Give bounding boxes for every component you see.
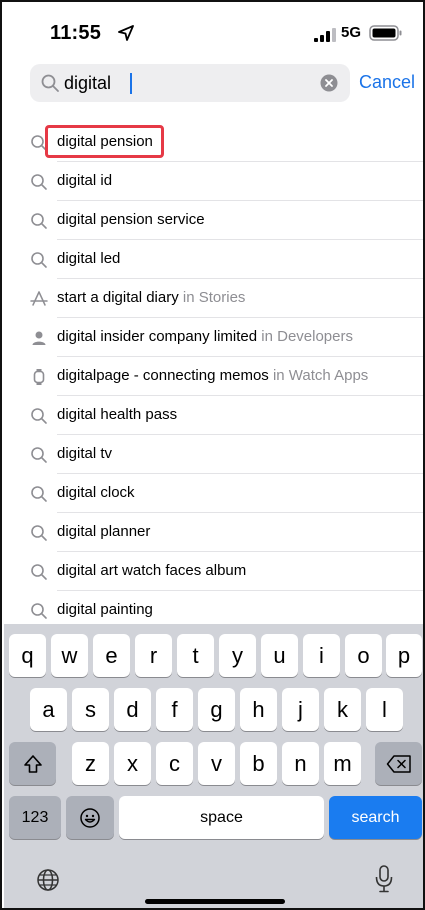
shift-icon [23, 754, 42, 773]
key-g[interactable]: g [198, 688, 235, 731]
developer-person-icon [32, 331, 46, 345]
suggestion-category: in Stories [182, 289, 246, 306]
key-o[interactable]: o [345, 634, 382, 677]
key-z[interactable]: z [72, 742, 109, 785]
suggestion-label: digital clock [57, 484, 135, 501]
suggestion-item[interactable]: digital clock [2, 474, 423, 513]
key-h[interactable]: h [240, 688, 277, 731]
suggestion-label: digital tv [57, 445, 113, 462]
shift-key[interactable] [9, 742, 56, 785]
suggestion-label: digital pension service [57, 211, 205, 228]
search-key[interactable]: search [329, 796, 422, 839]
status-time: 11:55 [50, 22, 102, 44]
suggestion-item[interactable]: digital health pass [2, 396, 423, 435]
space-key[interactable]: space [119, 796, 324, 839]
numbers-key[interactable]: 123 [9, 796, 61, 839]
key-w[interactable]: w [51, 634, 88, 677]
key-t[interactable]: t [177, 634, 214, 677]
suggestion-item[interactable]: digital art watch faces album [2, 552, 423, 591]
suggestion-item[interactable]: digitalpage - connecting memos in Watch … [2, 357, 423, 396]
key-y[interactable]: y [219, 634, 256, 677]
search-icon [31, 447, 47, 463]
suggestion-label: digital led [57, 250, 121, 267]
suggestion-item[interactable]: digital led [2, 240, 423, 279]
stories-icon [30, 291, 48, 306]
key-u[interactable]: u [261, 634, 298, 677]
key-p[interactable]: p [386, 634, 422, 677]
key-q[interactable]: q [9, 634, 46, 677]
location-arrow-icon [118, 25, 134, 41]
key-a[interactable]: a [30, 688, 67, 731]
search-icon [41, 74, 59, 92]
delete-key[interactable] [375, 742, 422, 785]
clear-text-icon[interactable] [320, 74, 338, 92]
text-cursor [130, 73, 132, 94]
phone-screen: 11:55 5G digital Cancel digital pension … [0, 0, 425, 910]
key-n[interactable]: n [282, 742, 319, 785]
emoji-icon [80, 807, 100, 828]
suggestion-label: digital insider company limited [57, 328, 258, 345]
suggestion-label: digital painting [57, 601, 153, 618]
globe-icon[interactable] [36, 868, 60, 892]
key-k[interactable]: k [324, 688, 361, 731]
search-icon [31, 603, 47, 619]
cancel-button[interactable]: Cancel [359, 72, 415, 93]
search-icon [31, 525, 47, 541]
suggestion-item[interactable]: digital insider company limited in Devel… [2, 318, 423, 357]
search-row: Cancel [2, 62, 423, 106]
microphone-icon[interactable] [374, 864, 394, 894]
key-l[interactable]: l [366, 688, 403, 731]
key-d[interactable]: d [114, 688, 151, 731]
emoji-key[interactable] [66, 796, 114, 839]
key-m[interactable]: m [324, 742, 361, 785]
suggestion-category: in Watch Apps [272, 367, 369, 384]
suggestion-item[interactable]: digital pension service [2, 201, 423, 240]
key-x[interactable]: x [114, 742, 151, 785]
search-icon [31, 252, 47, 268]
keyboard: q w e r t y u i o p a s d f g h j k l z … [4, 624, 423, 908]
key-j[interactable]: j [282, 688, 319, 731]
suggestion-label: digital id [57, 172, 113, 189]
suggestion-label: digital health pass [57, 406, 178, 423]
suggestion-label: digitalpage - connecting memos [57, 367, 269, 384]
suggestion-item[interactable]: digital pension [2, 123, 423, 162]
search-icon [31, 486, 47, 502]
key-f[interactable]: f [156, 688, 193, 731]
key-r[interactable]: r [135, 634, 172, 677]
cellular-signal-icon [314, 28, 336, 42]
battery-icon [369, 25, 402, 41]
suggestion-category: in Developers [261, 328, 353, 345]
search-icon [31, 408, 47, 424]
key-v[interactable]: v [198, 742, 235, 785]
suggestion-item[interactable]: digital tv [2, 435, 423, 474]
suggestion-label: start a digital diary [57, 289, 179, 306]
key-c[interactable]: c [156, 742, 193, 785]
suggestion-item[interactable]: start a digital diary in Stories [2, 279, 423, 318]
suggestion-label: digital art watch faces album [57, 562, 247, 579]
suggestion-list: digital pension digital id digital pensi… [2, 123, 423, 630]
search-field[interactable] [30, 64, 350, 102]
key-s[interactable]: s [72, 688, 109, 731]
key-e[interactable]: e [93, 634, 130, 677]
search-icon [31, 564, 47, 580]
home-indicator[interactable] [145, 899, 285, 904]
search-icon [31, 174, 47, 190]
search-icon [31, 213, 47, 229]
key-i[interactable]: i [303, 634, 340, 677]
search-input[interactable] [64, 68, 304, 98]
network-type: 5G [341, 24, 362, 41]
watch-icon [33, 369, 45, 385]
highlight-annotation-box [45, 125, 164, 158]
key-b[interactable]: b [240, 742, 277, 785]
suggestion-item[interactable]: digital id [2, 162, 423, 201]
suggestion-item[interactable]: digital planner [2, 513, 423, 552]
suggestion-label: digital planner [57, 523, 151, 540]
status-bar: 11:55 5G [2, 2, 423, 62]
backspace-icon [386, 754, 411, 773]
